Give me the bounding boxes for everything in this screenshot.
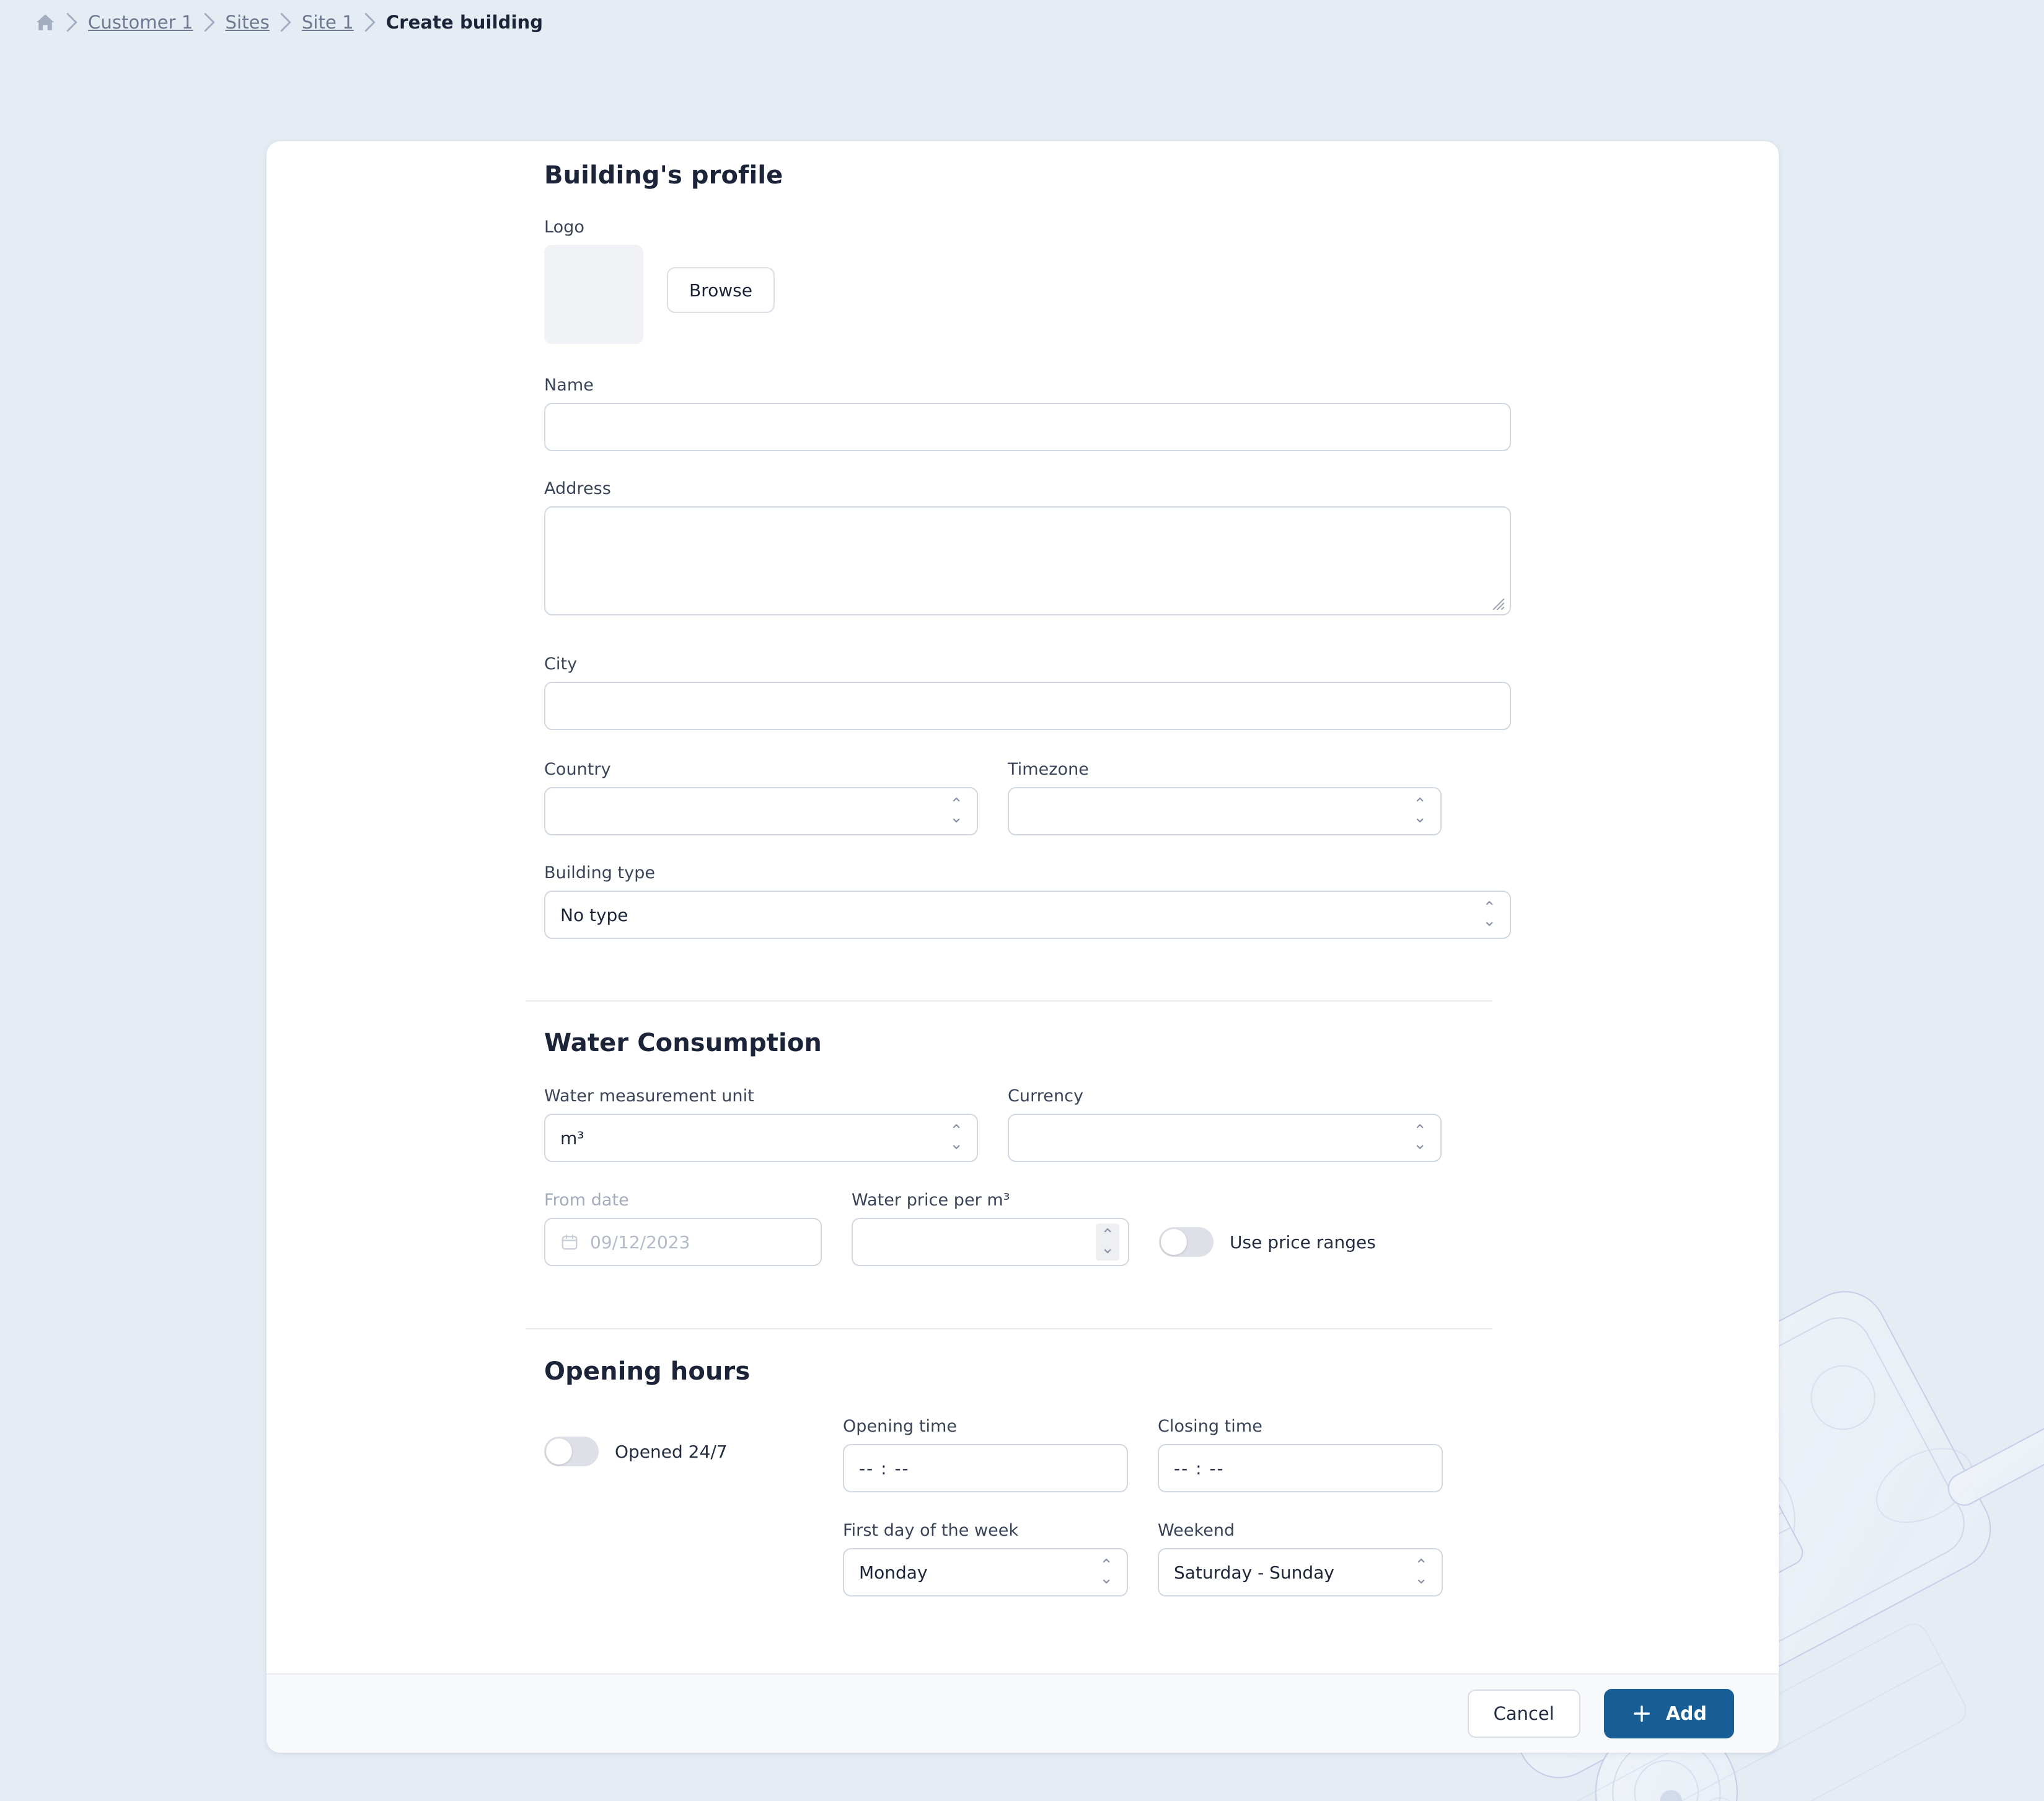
home-icon bbox=[36, 14, 55, 30]
use-price-ranges-row: Use price ranges bbox=[1159, 1218, 1376, 1266]
water-price-label: Water price per m³ bbox=[852, 1191, 1010, 1210]
first-day-of-week-value: Monday bbox=[859, 1562, 928, 1583]
section-title-buildings-profile: Building's profile bbox=[544, 161, 783, 190]
logo-row: Browse bbox=[544, 245, 1511, 344]
section-divider-hours bbox=[526, 1328, 1492, 1329]
section-title-water-consumption: Water Consumption bbox=[544, 1029, 822, 1057]
water-measurement-unit-label: Water measurement unit bbox=[544, 1086, 754, 1106]
breadcrumb-item-site-1[interactable]: Site 1 bbox=[302, 12, 354, 33]
card-footer: Cancel Add bbox=[267, 1673, 1779, 1753]
add-button-label: Add bbox=[1665, 1702, 1707, 1725]
use-price-ranges-toggle[interactable] bbox=[1159, 1227, 1214, 1257]
chevron-updown-icon[interactable]: ⌃ ⌄ bbox=[1413, 796, 1427, 826]
browse-button[interactable]: Browse bbox=[667, 267, 775, 313]
chevron-updown-icon[interactable]: ⌃ ⌄ bbox=[1482, 900, 1496, 929]
from-date-value: 09/12/2023 bbox=[590, 1231, 690, 1253]
chevron-updown-icon[interactable]: ⌃ ⌄ bbox=[1414, 1557, 1428, 1587]
timezone-label: Timezone bbox=[1008, 760, 1089, 779]
weekend-value: Saturday - Sunday bbox=[1174, 1562, 1334, 1583]
chevron-updown-icon[interactable]: ⌃ ⌄ bbox=[1099, 1557, 1113, 1587]
breadcrumb-separator-3 bbox=[270, 12, 302, 33]
cancel-button[interactable]: Cancel bbox=[1467, 1689, 1580, 1738]
opening-time-value: -- : -- bbox=[859, 1458, 910, 1479]
country-select[interactable]: ⌃ ⌄ bbox=[544, 787, 978, 835]
breadcrumb-item-customer-1[interactable]: Customer 1 bbox=[88, 12, 193, 33]
opening-time-input[interactable]: -- : -- bbox=[843, 1444, 1128, 1492]
address-textarea[interactable] bbox=[544, 506, 1511, 615]
water-measurement-unit-select[interactable]: m³ ⌃ ⌄ bbox=[544, 1114, 978, 1162]
from-date-input[interactable]: 09/12/2023 bbox=[544, 1218, 822, 1266]
building-type-select[interactable]: No type ⌃ ⌄ bbox=[544, 891, 1511, 939]
toggle-knob bbox=[1161, 1229, 1187, 1255]
number-stepper-icon[interactable]: ⌃ ⌄ bbox=[1096, 1223, 1119, 1261]
first-day-of-week-select[interactable]: Monday ⌃ ⌄ bbox=[843, 1548, 1128, 1596]
plus-icon bbox=[1633, 1705, 1650, 1722]
logo-preview bbox=[544, 245, 643, 344]
water-price-field: Water price per m³ ⌃ ⌄ bbox=[852, 1191, 1129, 1266]
opened-247-label: Opened 24/7 bbox=[615, 1441, 728, 1462]
weekend-select[interactable]: Saturday - Sunday ⌃ ⌄ bbox=[1158, 1548, 1443, 1596]
logo-label: Logo bbox=[544, 218, 584, 237]
create-building-form: Building's profile Logo Browse Name Addr… bbox=[267, 141, 1779, 1673]
breadcrumb-separator-4 bbox=[354, 12, 386, 33]
chevron-updown-icon[interactable]: ⌃ ⌄ bbox=[949, 1123, 963, 1152]
opening-time-field: Opening time -- : -- bbox=[843, 1417, 1128, 1492]
water-measurement-unit-value: m³ bbox=[560, 1127, 584, 1148]
building-type-select-value: No type bbox=[560, 904, 628, 925]
weekend-label: Weekend bbox=[1158, 1521, 1235, 1540]
section-title-opening-hours: Opening hours bbox=[544, 1357, 751, 1386]
name-label: Name bbox=[544, 376, 594, 395]
name-input[interactable] bbox=[544, 403, 1511, 451]
from-date-field: From date 09/12/2023 bbox=[544, 1191, 822, 1266]
use-price-ranges-label: Use price ranges bbox=[1230, 1231, 1376, 1253]
resize-handle-icon[interactable] bbox=[1492, 597, 1505, 611]
chevron-right-icon bbox=[280, 12, 291, 32]
chevron-updown-icon[interactable]: ⌃ ⌄ bbox=[949, 796, 963, 826]
chevron-updown-icon[interactable]: ⌃ ⌄ bbox=[1413, 1123, 1427, 1152]
closing-time-field: Closing time -- : -- bbox=[1158, 1417, 1443, 1492]
breadcrumb: Customer 1 Sites Site 1 Create building bbox=[0, 0, 543, 45]
breadcrumb-separator-2 bbox=[193, 12, 226, 33]
city-input[interactable] bbox=[544, 682, 1511, 730]
currency-field: Currency ⌃ ⌄ bbox=[1008, 1086, 1442, 1162]
calendar-icon bbox=[562, 1234, 578, 1250]
opened-247-toggle[interactable] bbox=[544, 1437, 599, 1466]
country-field: Country ⌃ ⌄ bbox=[544, 760, 978, 835]
currency-label: Currency bbox=[1008, 1086, 1084, 1106]
closing-time-label: Closing time bbox=[1158, 1417, 1262, 1436]
chevron-right-icon bbox=[364, 12, 376, 32]
country-label: Country bbox=[544, 760, 611, 779]
closing-time-value: -- : -- bbox=[1174, 1458, 1225, 1479]
breadcrumb-item-create-building: Create building bbox=[385, 12, 544, 33]
building-type-label: Building type bbox=[544, 863, 656, 883]
from-date-label: From date bbox=[544, 1191, 629, 1210]
section-divider-water bbox=[526, 1000, 1492, 1002]
currency-select[interactable]: ⌃ ⌄ bbox=[1008, 1114, 1442, 1162]
timezone-field: Timezone ⌃ ⌄ bbox=[1008, 760, 1442, 835]
address-label: Address bbox=[544, 479, 611, 498]
weekend-field: Weekend Saturday - Sunday ⌃ ⌄ bbox=[1158, 1521, 1443, 1596]
water-unit-field: Water measurement unit m³ ⌃ ⌄ bbox=[544, 1086, 978, 1162]
chevron-right-icon bbox=[66, 12, 77, 32]
breadcrumb-home-link[interactable] bbox=[35, 12, 56, 33]
breadcrumb-separator-1 bbox=[56, 12, 88, 33]
breadcrumb-item-sites[interactable]: Sites bbox=[226, 12, 270, 33]
timezone-select[interactable]: ⌃ ⌄ bbox=[1008, 787, 1442, 835]
water-price-input[interactable]: ⌃ ⌄ bbox=[852, 1218, 1129, 1266]
first-day-field: First day of the week Monday ⌃ ⌄ bbox=[843, 1521, 1128, 1596]
first-day-of-week-label: First day of the week bbox=[843, 1521, 1019, 1540]
add-button[interactable]: Add bbox=[1603, 1689, 1734, 1738]
city-label: City bbox=[544, 654, 578, 674]
chevron-right-icon bbox=[204, 12, 214, 32]
closing-time-input[interactable]: -- : -- bbox=[1158, 1444, 1443, 1492]
opening-time-label: Opening time bbox=[843, 1417, 958, 1436]
create-building-card: Building's profile Logo Browse Name Addr… bbox=[267, 141, 1779, 1753]
toggle-knob bbox=[546, 1438, 572, 1464]
